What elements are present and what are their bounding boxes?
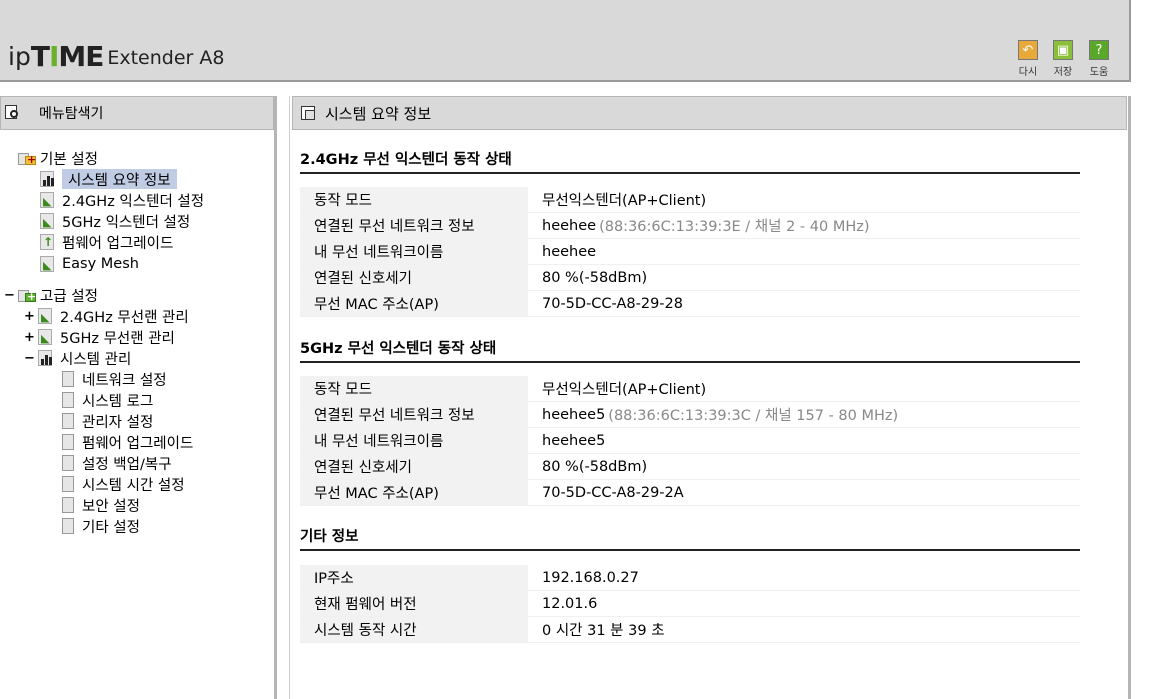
menu-explorer-header: 메뉴탐색기 [0, 96, 274, 130]
collapse-toggle[interactable]: − [24, 351, 35, 366]
status-table-misc: IP주소 192.168.0.27 현재 펌웨어 버전 12.01.6 시스템 동작… [300, 565, 1080, 643]
menu-item-security[interactable]: 보안 설정 [62, 495, 140, 515]
table-row: 현재 펌웨어 버전 12.01.6 [300, 591, 1080, 617]
tree-advanced-settings[interactable]: − + 고급 설정 [4, 285, 98, 305]
table-row: IP주소 192.168.0.27 [300, 565, 1080, 591]
page-icon [62, 455, 74, 471]
menu-item-admin-settings[interactable]: 관리자 설정 [62, 411, 153, 431]
save-button[interactable]: ▣ 저장 [1048, 40, 1078, 78]
window-icon [301, 106, 315, 120]
undo-icon: ↶ [1018, 40, 1038, 60]
chart-folder-icon [38, 350, 54, 366]
table-row: 무선 MAC 주소(AP) 70-5D-CC-A8-29-28 [300, 291, 1080, 317]
menu-item-backup-restore[interactable]: 설정 백업/복구 [62, 453, 172, 473]
content-header: 시스템 요약 정보 [292, 96, 1127, 130]
menu-explorer: 메뉴탐색기 + 기본 설정 시스템 요약 정보 ◣ 2.4GHz 익스텐더 설정… [0, 96, 277, 699]
menu-item-firmware-upgrade-adv[interactable]: 펌웨어 업그레이드 [62, 432, 193, 452]
wireless-folder-icon: ◣ [38, 329, 54, 345]
save-icon: ▣ [1053, 40, 1073, 60]
table-row: 연결된 무선 네트워크 정보 heehee (88:36:6C:13:39:3E /… [300, 213, 1080, 239]
logo-time: TIME [30, 40, 105, 73]
table-row: 내 무선 네트워크이름 heehee5 [300, 428, 1080, 454]
section-title-5ghz: 5GHz 무선 익스텐더 동작 상태 [300, 337, 1080, 363]
table-row: 연결된 신호세기 80 %(-58dBm) [300, 454, 1080, 480]
menu-explorer-title: 메뉴탐색기 [39, 106, 104, 122]
table-row: 동작 모드 무선익스텐더(AP+Client) [300, 187, 1080, 213]
wireless-icon: ◣ [40, 256, 56, 272]
wireless-icon: ◣ [40, 192, 56, 208]
folder-icon: + [18, 151, 36, 166]
status-table-24ghz: 동작 모드 무선익스텐더(AP+Client) 연결된 무선 네트워크 정보 hee… [300, 187, 1080, 317]
collapse-toggle[interactable]: − [4, 288, 15, 303]
menu-item-system-time[interactable]: 시스템 시간 설정 [62, 474, 185, 494]
top-header: ip TIME Extender A8 ↶ 다시 ▣ 저장 ? 도움 [0, 0, 1131, 82]
model-name: Extender A8 [107, 47, 225, 69]
page-icon [62, 413, 74, 429]
page-title: 시스템 요약 정보 [325, 104, 432, 123]
wireless-folder-icon: ◣ [38, 308, 54, 324]
table-row: 시스템 동작 시간 0 시간 31 분 39 초 [300, 617, 1080, 643]
page-icon [62, 518, 74, 534]
table-row: 연결된 무선 네트워크 정보 heehee5 (88:36:6C:13:39:3C … [300, 402, 1080, 428]
menu-item-misc-settings[interactable]: 기타 설정 [62, 516, 140, 536]
menu-item-5ghz-extender[interactable]: ◣ 5GHz 익스텐더 설정 [40, 211, 190, 231]
magnifier-icon [5, 105, 21, 121]
menu-item-easy-mesh[interactable]: ◣ Easy Mesh [40, 254, 139, 274]
tree-24ghz-wlan[interactable]: + ◣ 2.4GHz 무선랜 관리 [24, 306, 189, 326]
menu-item-system-summary[interactable]: 시스템 요약 정보 [40, 169, 177, 189]
page-icon [62, 476, 74, 492]
expand-toggle[interactable]: + [24, 330, 35, 345]
tree-system-management[interactable]: − 시스템 관리 [24, 348, 131, 368]
table-row: 연결된 신호세기 80 %(-58dBm) [300, 265, 1080, 291]
wireless-icon: ◣ [40, 213, 56, 229]
content-pane: 시스템 요약 정보 2.4GHz 무선 익스텐더 동작 상태 동작 모드 무선익스… [289, 96, 1131, 699]
page-icon [62, 371, 74, 387]
page-icon [62, 392, 74, 408]
help-button[interactable]: ? 도움 [1084, 40, 1114, 78]
section-title-24ghz: 2.4GHz 무선 익스텐더 동작 상태 [300, 148, 1080, 174]
menu-item-system-log[interactable]: 시스템 로그 [62, 390, 153, 410]
page-icon [62, 497, 74, 513]
undo-button[interactable]: ↶ 다시 [1013, 40, 1043, 78]
menu-item-24ghz-extender[interactable]: ◣ 2.4GHz 익스텐더 설정 [40, 190, 204, 210]
chart-icon [40, 171, 56, 187]
tree-basic-settings[interactable]: + 기본 설정 [18, 148, 98, 168]
tree-5ghz-wlan[interactable]: + ◣ 5GHz 무선랜 관리 [24, 327, 175, 347]
table-row: 동작 모드 무선익스텐더(AP+Client) [300, 376, 1080, 402]
menu-item-network-settings[interactable]: 네트워크 설정 [62, 369, 167, 389]
page-icon [62, 434, 74, 450]
table-row: 내 무선 네트워크이름 heehee [300, 239, 1080, 265]
table-row: 무선 MAC 주소(AP) 70-5D-CC-A8-29-2A [300, 480, 1080, 506]
expand-toggle[interactable]: + [24, 309, 35, 324]
logo-ip: ip [8, 42, 31, 71]
help-icon: ? [1089, 40, 1109, 60]
iptime-logo: ip TIME Extender A8 [8, 38, 224, 72]
menu-item-firmware-upgrade[interactable]: ↑ 펌웨어 업그레이드 [40, 232, 173, 252]
section-title-misc: 기타 정보 [300, 525, 1080, 551]
upgrade-arrow-icon: ↑ [40, 234, 56, 250]
status-table-5ghz: 동작 모드 무선익스텐더(AP+Client) 연결된 무선 네트워크 정보 hee… [300, 376, 1080, 506]
folder-icon: + [18, 288, 36, 303]
